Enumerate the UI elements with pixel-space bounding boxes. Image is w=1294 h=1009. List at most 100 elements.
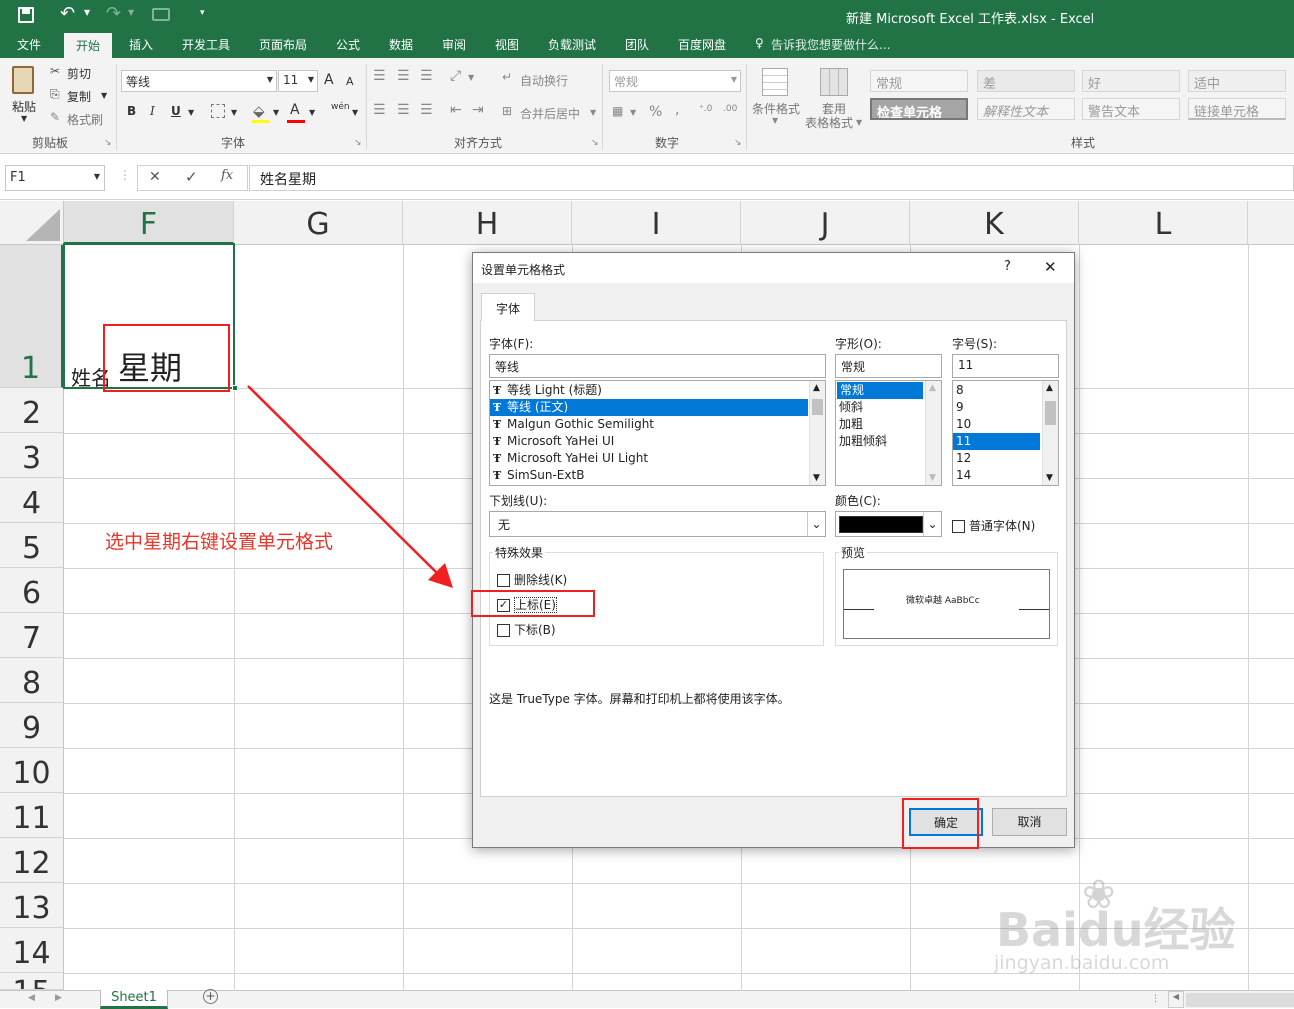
- number-launcher-icon[interactable]: ↘: [734, 138, 742, 148]
- horizontal-scrollbar[interactable]: [1186, 993, 1294, 1007]
- redo-dropdown-icon[interactable]: ▼: [128, 8, 134, 17]
- list-item[interactable]: Ŧ Microsoft YaHei UI Light: [490, 450, 825, 467]
- bold-button[interactable]: B: [127, 104, 136, 118]
- tab-home[interactable]: 开始: [64, 33, 113, 58]
- undo-dropdown-icon[interactable]: ▼: [84, 8, 90, 17]
- increase-indent-icon[interactable]: ⇥: [472, 102, 484, 118]
- align-top-icon[interactable]: ☰: [373, 68, 386, 84]
- list-item[interactable]: Ŧ 等线 Light (标题): [490, 382, 825, 399]
- list-item[interactable]: Ŧ SimSun-ExtB: [490, 467, 825, 484]
- merge-center-icon[interactable]: ⊞: [502, 104, 512, 118]
- font-color-dropdown-icon[interactable]: ▼: [309, 108, 315, 117]
- style-bad[interactable]: 差: [977, 70, 1075, 92]
- style-neutral[interactable]: 适中: [1188, 70, 1286, 92]
- hscroll-left-icon[interactable]: ◀: [1168, 991, 1184, 1008]
- row-header-10[interactable]: 10: [0, 748, 64, 793]
- row-header-4[interactable]: 4: [0, 478, 64, 523]
- redo-icon[interactable]: ↷: [106, 3, 121, 24]
- fill-color-icon[interactable]: ⬙: [253, 102, 265, 120]
- number-format-dropdown-icon[interactable]: ▼: [731, 75, 737, 84]
- tell-me-input[interactable]: 告诉我您想要做什么...: [771, 36, 890, 53]
- font-style-input[interactable]: 常规: [835, 354, 942, 378]
- row-header-2[interactable]: 2: [0, 388, 64, 433]
- style-explanatory[interactable]: 解释性文本: [977, 98, 1075, 120]
- row-header-8[interactable]: 8: [0, 658, 64, 703]
- tab-font[interactable]: 字体: [481, 293, 535, 321]
- strikethrough-checkbox[interactable]: 删除线(K): [497, 571, 567, 588]
- copy-icon[interactable]: ⎘: [50, 87, 60, 102]
- phonetic-icon[interactable]: wén: [331, 102, 350, 112]
- copy-dropdown-icon[interactable]: ▼: [101, 91, 107, 100]
- conditional-format-icon[interactable]: [762, 68, 788, 96]
- tab-insert[interactable]: 插入: [129, 36, 153, 53]
- underline-dropdown-icon[interactable]: ▼: [188, 108, 194, 117]
- column-header-h[interactable]: H: [403, 201, 572, 245]
- font-name-dropdown-icon[interactable]: ▼: [267, 75, 273, 84]
- color-dropdown-icon[interactable]: ⌄: [923, 512, 941, 536]
- style-check-cell[interactable]: 检查单元格: [870, 98, 968, 120]
- tab-page-layout[interactable]: 页面布局: [259, 36, 307, 53]
- tell-me-icon[interactable]: ♀: [755, 36, 764, 50]
- sheet-scroll-right-icon[interactable]: ▶: [55, 993, 62, 1003]
- sheet-tab-sheet1[interactable]: Sheet1: [100, 990, 168, 1009]
- shrink-font-icon[interactable]: A: [346, 75, 354, 88]
- list-item[interactable]: Ŧ Microsoft YaHei UI: [490, 433, 825, 450]
- font-list[interactable]: Ŧ 等线 Light (标题) Ŧ 等线 (正文) Ŧ Malgun Gothic S…: [489, 380, 826, 486]
- font-size-input[interactable]: 11: [952, 354, 1059, 378]
- cut-icon[interactable]: ✂: [50, 64, 60, 78]
- normal-font-checkbox[interactable]: 普通字体(N): [952, 517, 1035, 534]
- font-launcher-icon[interactable]: ↘: [354, 138, 362, 148]
- font-color-icon[interactable]: A: [290, 102, 300, 118]
- tab-file[interactable]: 文件: [17, 36, 41, 53]
- row-header-7[interactable]: 7: [0, 613, 64, 658]
- undo-icon[interactable]: ↶: [60, 3, 75, 24]
- fill-dropdown-icon[interactable]: ▼: [273, 108, 279, 117]
- style-list-scrollbar[interactable]: ▲ ▼: [925, 381, 941, 485]
- grow-font-icon[interactable]: A: [324, 72, 334, 88]
- row-header-6[interactable]: 6: [0, 568, 64, 613]
- currency-icon[interactable]: ▦: [612, 104, 623, 118]
- style-good[interactable]: 好: [1082, 70, 1180, 92]
- save-icon[interactable]: [18, 7, 34, 23]
- tabs-splitter[interactable]: ⋮: [1151, 994, 1160, 1004]
- orientation-dropdown-icon[interactable]: ▼: [468, 73, 474, 82]
- font-size-combo[interactable]: 11 ▼: [278, 70, 318, 92]
- font-size-dropdown-icon[interactable]: ▼: [308, 75, 314, 84]
- sheet-scroll-left-icon[interactable]: ◀: [28, 993, 35, 1003]
- fill-handle[interactable]: [232, 385, 238, 391]
- select-all-corner[interactable]: [0, 201, 64, 245]
- tab-formulas[interactable]: 公式: [336, 36, 360, 53]
- alignment-launcher-icon[interactable]: ↘: [591, 138, 599, 148]
- paste-dropdown-icon[interactable]: ▼: [21, 114, 27, 123]
- tab-baidu-netdisk[interactable]: 百度网盘: [678, 36, 726, 53]
- font-name-input[interactable]: 等线: [489, 354, 826, 378]
- camera-icon[interactable]: [152, 8, 170, 21]
- conditional-format-button[interactable]: 条件格式: [752, 100, 800, 117]
- style-normal[interactable]: 常规: [870, 70, 968, 92]
- percent-button[interactable]: %: [649, 104, 662, 120]
- row-header-12[interactable]: 12: [0, 838, 64, 883]
- font-list-scrollbar[interactable]: ▲ ▼: [809, 381, 825, 485]
- list-item[interactable]: Ŧ 等线 (正文): [490, 399, 808, 416]
- comma-button[interactable]: ,: [675, 102, 679, 118]
- row-header-1[interactable]: 1: [0, 245, 64, 388]
- size-list-scrollbar[interactable]: ▲ ▼: [1042, 381, 1058, 485]
- column-header-l[interactable]: L: [1079, 201, 1248, 245]
- align-middle-icon[interactable]: ☰: [397, 68, 410, 84]
- name-box-dropdown-icon[interactable]: ▼: [94, 172, 100, 181]
- conditional-format-dropdown-icon[interactable]: ▼: [772, 116, 778, 125]
- row-header-11[interactable]: 11: [0, 793, 64, 838]
- column-header-k[interactable]: K: [910, 201, 1079, 245]
- row-header-15[interactable]: 15: [0, 973, 64, 990]
- align-center-icon[interactable]: ☰: [397, 102, 410, 118]
- italic-button[interactable]: I: [150, 104, 155, 118]
- help-button[interactable]: ?: [1004, 259, 1011, 274]
- style-warning[interactable]: 警告文本: [1082, 98, 1180, 120]
- row-header-9[interactable]: 9: [0, 703, 64, 748]
- merge-dropdown-icon[interactable]: ▼: [590, 108, 596, 117]
- border-dropdown-icon[interactable]: ▼: [231, 108, 237, 117]
- orientation-icon[interactable]: ⤢: [450, 68, 461, 84]
- cancel-button[interactable]: 取消: [992, 808, 1067, 836]
- font-name-combo[interactable]: 等线 ▼: [121, 70, 277, 92]
- wrap-text-icon[interactable]: ↵: [502, 70, 512, 84]
